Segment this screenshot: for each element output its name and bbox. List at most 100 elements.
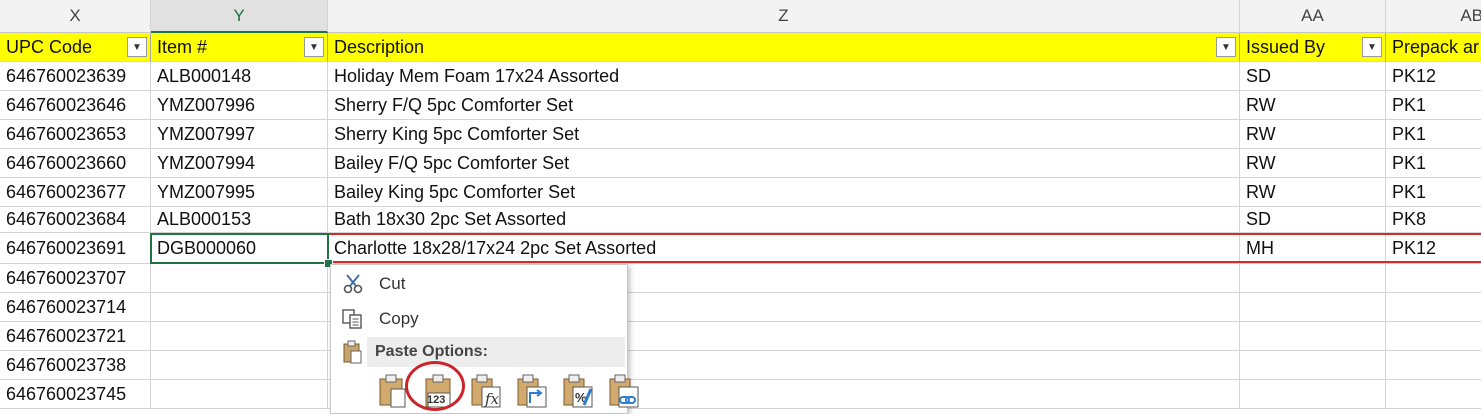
cell-item[interactable]: ALB000148 [151,62,328,91]
table-row: 646760023677 YMZ007995 Bailey King 5pc C… [0,178,1481,207]
cell-issued-by[interactable]: SD [1240,207,1386,233]
table-row: 646760023660 YMZ007994 Bailey F/Q 5pc Co… [0,149,1481,178]
copy-icon [337,307,369,331]
cell-upc[interactable]: 646760023684 [0,207,151,233]
paste-link-icon[interactable] [603,371,643,411]
cell-upc[interactable]: 646760023639 [0,62,151,91]
cell-item[interactable] [151,322,328,351]
menu-item-copy[interactable]: Copy [331,304,627,334]
cell-item[interactable]: YMZ007994 [151,149,328,178]
cell-item[interactable]: ALB000153 [151,207,328,233]
cell-upc[interactable]: 646760023646 [0,91,151,120]
column-header-z[interactable]: Z [328,0,1240,33]
cell-upc[interactable]: 646760023714 [0,293,151,322]
paste-options-icon-slot [331,337,367,367]
cell-item[interactable] [151,293,328,322]
cell-upc[interactable]: 646760023653 [0,120,151,149]
cell-prepack[interactable]: PK1 [1386,149,1481,178]
cell-description[interactable]: Bailey King 5pc Comforter Set [328,178,1240,207]
paste-icon[interactable] [373,371,413,411]
cell-prepack[interactable]: PK12 [1386,62,1481,91]
cell-issued-by[interactable]: RW [1240,120,1386,149]
context-menu: Cut Copy Paste Options: 123 fx % [330,264,639,414]
cell-item[interactable]: YMZ007997 [151,120,328,149]
cell-prepack[interactable]: PK12 [1386,233,1481,264]
cell-upc[interactable]: 646760023721 [0,322,151,351]
paste-transpose-icon[interactable] [511,371,551,411]
column-header-x[interactable]: X [0,0,151,33]
header-prepack[interactable]: Prepack ar [1386,33,1481,62]
cell-prepack[interactable]: PK1 [1386,91,1481,120]
table-row: 646760023646 YMZ007996 Sherry F/Q 5pc Co… [0,91,1481,120]
cell-prepack[interactable]: PK1 [1386,120,1481,149]
header-item-number[interactable]: Item # ▼ [151,33,328,62]
cell-description[interactable]: Charlotte 18x28/17x24 2pc Set Assorted [328,233,1240,264]
cell-item[interactable] [151,264,328,293]
table-row: 646760023745 [0,380,1481,409]
table-row: 646760023639 ALB000148 Holiday Mem Foam … [0,62,1481,91]
cell-description[interactable]: Sherry F/Q 5pc Comforter Set [328,91,1240,120]
menu-item-cut[interactable]: Cut [331,269,627,299]
cell-prepack[interactable] [1386,293,1481,322]
cell-issued-by[interactable]: RW [1240,149,1386,178]
table-row: 646760023684 ALB000153 Bath 18x30 2pc Se… [0,207,1481,233]
table-row: 646760023707 [0,264,1481,293]
cell-prepack[interactable] [1386,322,1481,351]
paste-values-badge: 123 [427,394,446,406]
cell-item[interactable]: DGB000060 [151,233,328,264]
header-description[interactable]: Description ▼ [328,33,1240,62]
cell-item[interactable] [151,380,328,409]
cell-item[interactable]: YMZ007995 [151,178,328,207]
cell-item[interactable] [151,351,328,380]
cell-prepack[interactable] [1386,380,1481,409]
cell-description[interactable]: Bailey F/Q 5pc Comforter Set [328,149,1240,178]
table-row: 646760023721 [0,322,1481,351]
cell-prepack[interactable] [1386,264,1481,293]
cell-upc[interactable]: 646760023707 [0,264,151,293]
header-issued-by[interactable]: Issued By ▼ [1240,33,1386,62]
cell-issued-by[interactable] [1240,380,1386,409]
filter-dropdown-icon[interactable]: ▼ [1362,37,1382,57]
cell-upc[interactable]: 646760023691 [0,233,151,264]
paste-options-header: Paste Options: [367,337,625,367]
cell-prepack[interactable]: PK8 [1386,207,1481,233]
cell-issued-by[interactable]: RW [1240,178,1386,207]
table-row: 646760023653 YMZ007997 Sherry King 5pc C… [0,120,1481,149]
cell-upc[interactable]: 646760023738 [0,351,151,380]
filter-dropdown-icon[interactable]: ▼ [127,37,147,57]
cell-description[interactable]: Holiday Mem Foam 17x24 Assorted [328,62,1240,91]
svg-text:fx: fx [484,390,500,408]
cell-upc[interactable]: 646760023745 [0,380,151,409]
paste-formulas-icon[interactable]: fx [465,371,505,411]
cell-issued-by[interactable] [1240,264,1386,293]
paste-formatting-icon[interactable]: % [557,371,597,411]
cell-description[interactable]: Bath 18x30 2pc Set Assorted [328,207,1240,233]
cell-issued-by[interactable] [1240,351,1386,380]
spreadsheet: X Y Z AA AB UPC Code ▼ Item # ▼ Descriptio… [0,0,1481,414]
cell-upc[interactable]: 646760023677 [0,178,151,207]
filter-dropdown-icon[interactable]: ▼ [1216,37,1236,57]
cell-issued-by[interactable]: MH [1240,233,1386,264]
table-row: 646760023714 [0,293,1481,322]
column-header-y[interactable]: Y [151,0,328,33]
paste-values-icon[interactable]: 123 [419,371,459,411]
cell-upc[interactable]: 646760023660 [0,149,151,178]
paste-options-row: 123 fx % [373,371,643,411]
clipboard-icon [337,340,367,364]
table-row: 646760023738 [0,351,1481,380]
cell-issued-by[interactable]: SD [1240,62,1386,91]
scissors-icon [337,272,369,296]
header-upc-code[interactable]: UPC Code ▼ [0,33,151,62]
column-header-aa[interactable]: AA [1240,0,1386,33]
cell-description[interactable]: Sherry King 5pc Comforter Set [328,120,1240,149]
cell-issued-by[interactable] [1240,322,1386,351]
filter-dropdown-icon[interactable]: ▼ [304,37,324,57]
cell-issued-by[interactable] [1240,293,1386,322]
header-row: UPC Code ▼ Item # ▼ Description ▼ Issued By… [0,33,1481,62]
column-header-ab[interactable]: AB [1386,0,1481,33]
cell-prepack[interactable]: PK1 [1386,178,1481,207]
cell-issued-by[interactable]: RW [1240,91,1386,120]
table-row: 646760023691 DGB000060 Charlotte 18x28/1… [0,233,1481,264]
cell-item[interactable]: YMZ007996 [151,91,328,120]
cell-prepack[interactable] [1386,351,1481,380]
